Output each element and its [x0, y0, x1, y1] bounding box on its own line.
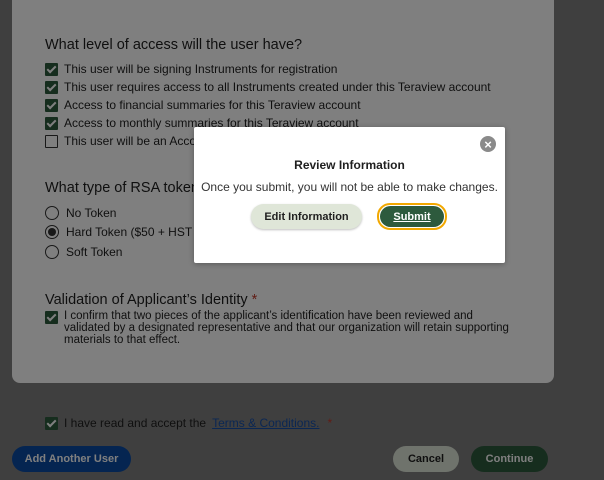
review-information-modal: × Review Information Once you submit, yo… [194, 127, 505, 263]
submit-button-focus-ring[interactable]: Submit [377, 203, 447, 230]
close-icon[interactable]: × [480, 136, 496, 152]
modal-message: Once you submit, you will not be able to… [201, 180, 498, 194]
edit-information-button[interactable]: Edit Information [251, 204, 362, 229]
modal-title: Review Information [294, 158, 405, 172]
submit-button[interactable]: Submit [380, 206, 444, 227]
